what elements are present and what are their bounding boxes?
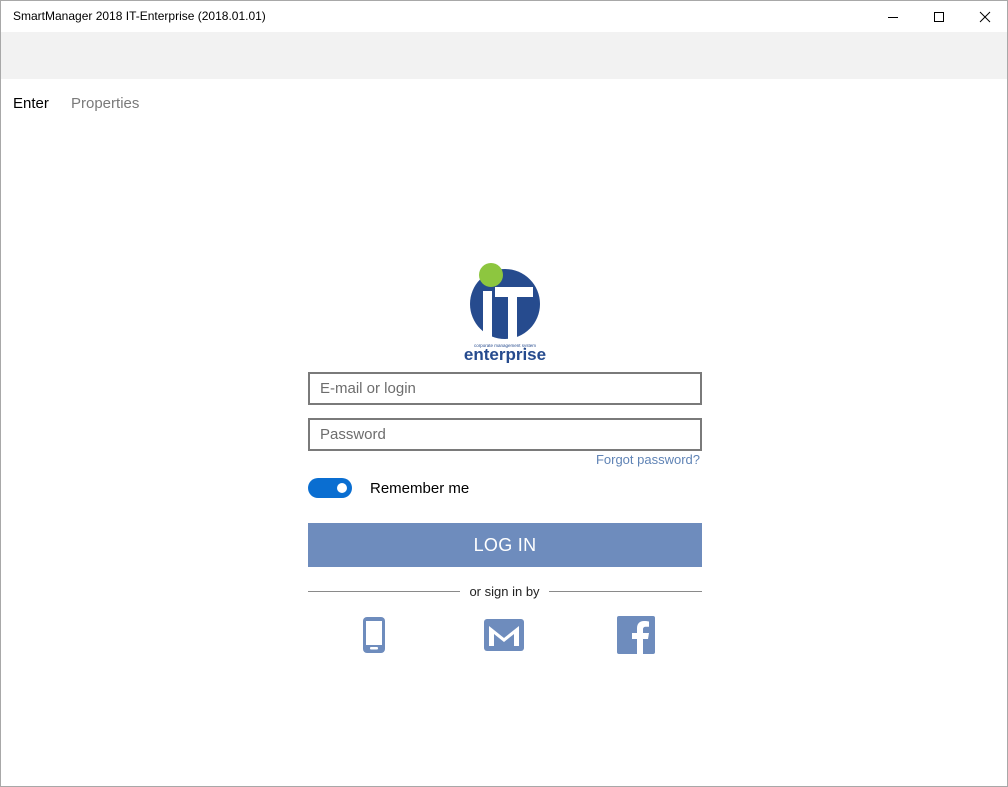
phone-signin-button[interactable] <box>354 615 394 655</box>
close-icon <box>979 11 991 22</box>
close-button[interactable] <box>962 1 1008 32</box>
divider-left <box>308 591 460 592</box>
password-input[interactable] <box>310 420 700 449</box>
divider-right <box>549 591 702 592</box>
minimize-icon <box>888 16 898 18</box>
password-field[interactable] <box>308 418 702 451</box>
tab-properties[interactable]: Properties <box>71 95 139 112</box>
facebook-signin-button[interactable] <box>616 615 656 655</box>
maximize-button[interactable] <box>916 1 962 32</box>
logo-wordmark: enterprise <box>464 345 546 363</box>
it-enterprise-logo: corporate management system enterprise <box>457 263 553 364</box>
login-button[interactable]: LOG IN <box>308 523 702 567</box>
tab-enter[interactable]: Enter <box>13 95 49 112</box>
email-input[interactable] <box>310 374 700 403</box>
phone-icon <box>363 617 385 653</box>
forgot-password-link[interactable]: Forgot password? <box>596 452 700 467</box>
toggle-knob <box>337 483 347 493</box>
facebook-icon <box>617 616 655 654</box>
title-bar[interactable]: SmartManager 2018 IT-Enterprise (2018.01… <box>1 1 1007 32</box>
maximize-icon <box>934 11 944 22</box>
window-title: SmartManager 2018 IT-Enterprise (2018.01… <box>13 9 266 23</box>
remember-me-label: Remember me <box>370 480 470 497</box>
gmail-signin-button[interactable] <box>484 615 524 655</box>
alt-signin-label: or sign in by <box>469 584 540 599</box>
email-field[interactable] <box>308 372 702 405</box>
minimize-button[interactable] <box>870 1 916 32</box>
app-window: SmartManager 2018 IT-Enterprise (2018.01… <box>0 0 1008 787</box>
remember-me-toggle[interactable] <box>308 478 352 498</box>
toolbar <box>1 32 1007 79</box>
gmail-icon <box>484 619 524 651</box>
